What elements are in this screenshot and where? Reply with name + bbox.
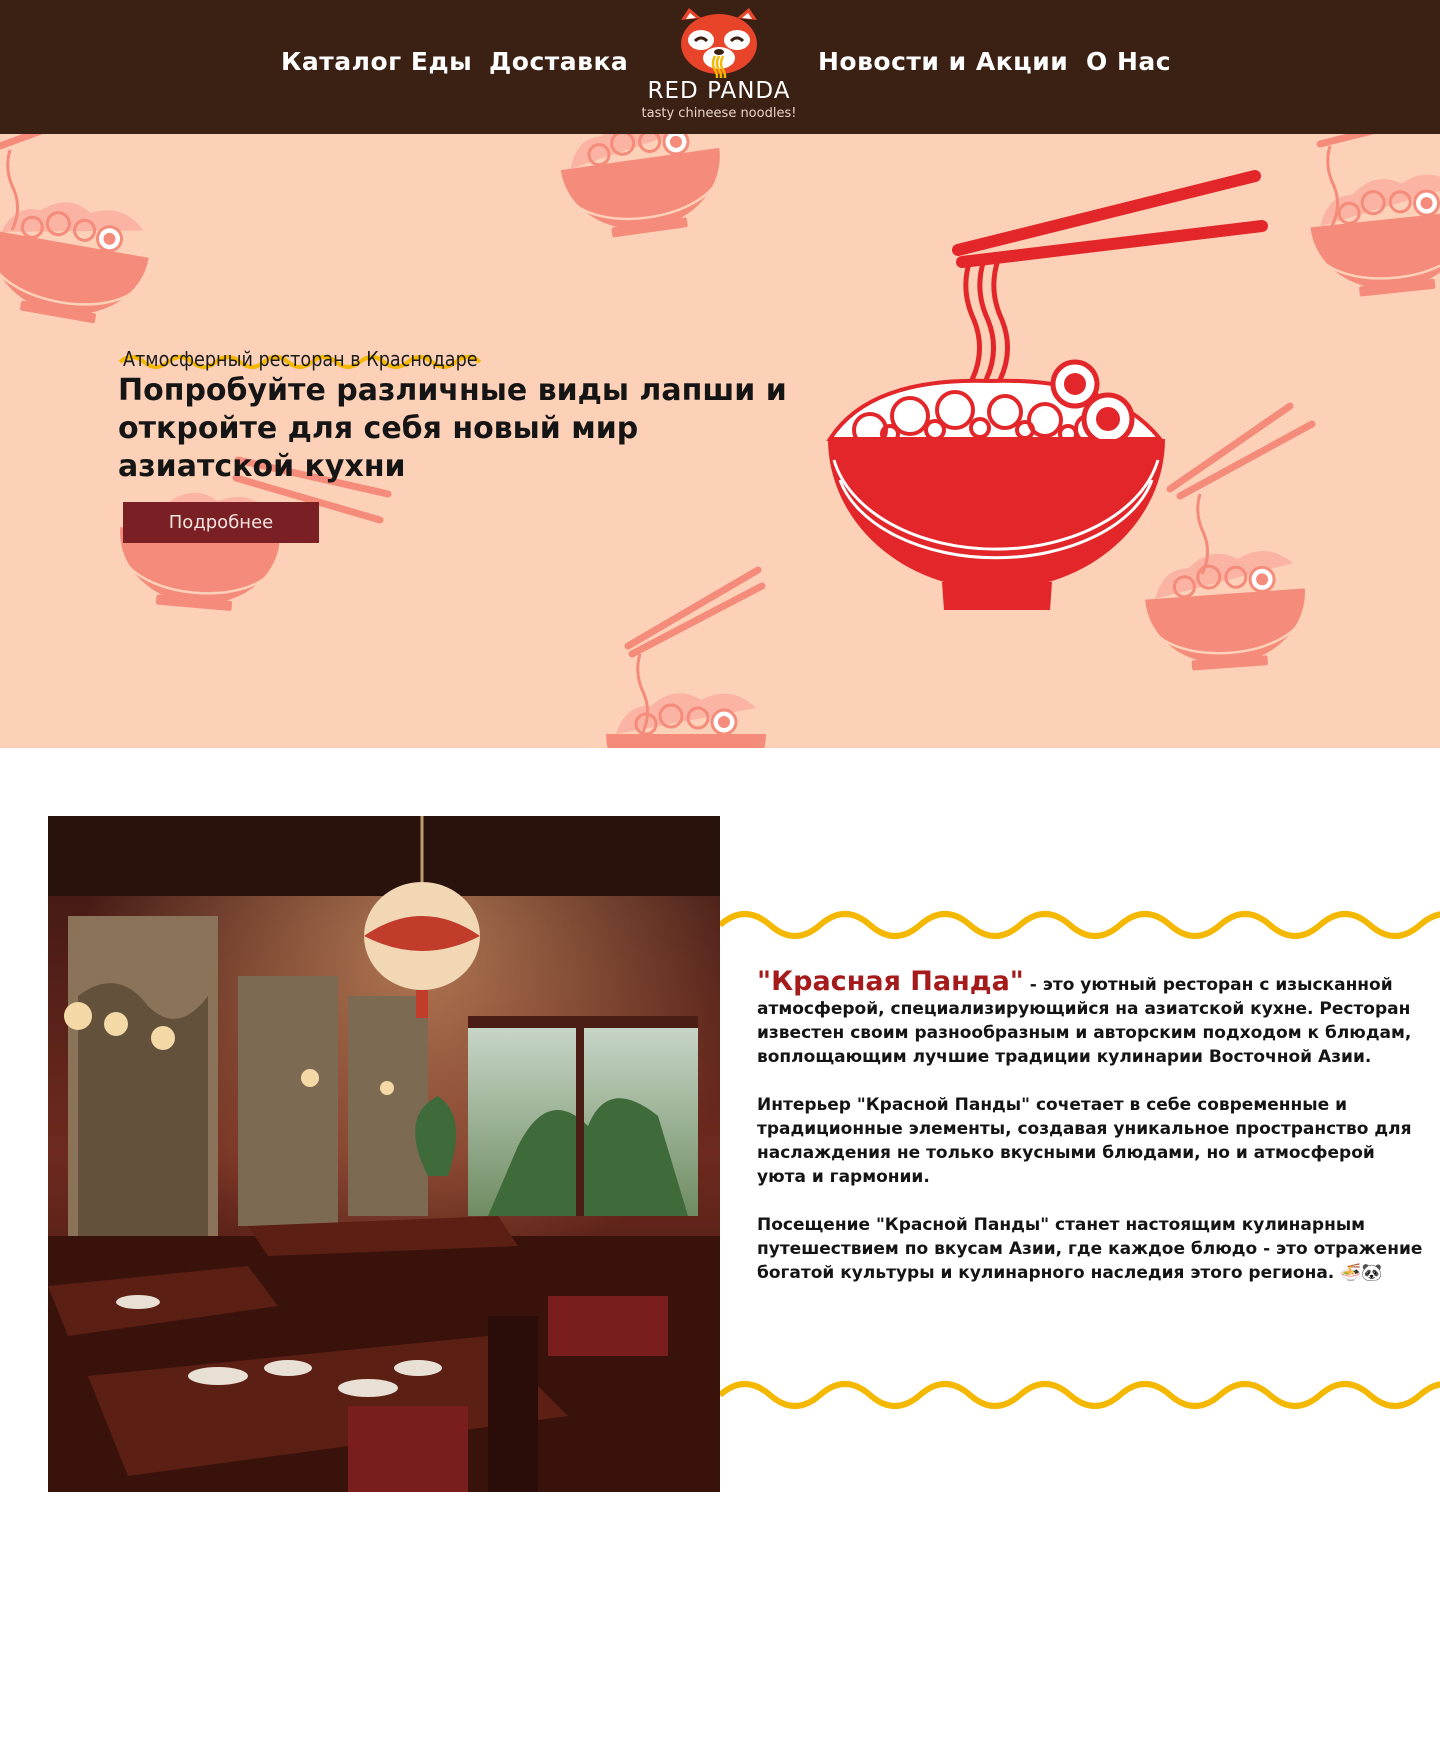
nav-food-catalog[interactable]: Каталог Еды — [281, 47, 472, 76]
nav-about-us[interactable]: О Нас — [1086, 47, 1171, 76]
logo[interactable]: RED PANDA tasty chineese noodles! — [634, 8, 804, 126]
nav-news-promotions[interactable]: Новости и Акции — [818, 47, 1068, 76]
nav-delivery[interactable]: Доставка — [489, 47, 628, 76]
about-description: "Красная Панда" - это уютный ресторан с … — [757, 968, 1427, 1309]
hero-title: Попробуйте различные виды лапши и открой… — [118, 373, 787, 484]
bottom-noodle-wave — [720, 1381, 1440, 1409]
top-noodle-wave — [720, 911, 1440, 939]
hero-kicker: Атмосферный ресторан в Краснодаре — [123, 347, 478, 371]
noodle-bowl-icon — [0, 188, 158, 333]
logo-subtitle: tasty chineese noodles! — [641, 106, 797, 121]
site-header: Каталог Еды Доставка RED PANDA tasty chi… — [0, 0, 1440, 134]
hero-section: Атмосферный ресторан в Краснодаре Попроб… — [0, 134, 1440, 748]
about-paragraph-interior: Интерьер "Красной Панды" сочетает в себе… — [757, 1095, 1412, 1187]
restaurant-interior-photo — [48, 816, 720, 1492]
main-noodle-bowl-illustration — [826, 170, 1268, 610]
about-brand-name: "Красная Панда" — [757, 966, 1024, 997]
red-panda-logo-icon — [681, 8, 757, 78]
logo-title: RED PANDA — [647, 78, 791, 104]
more-details-button[interactable]: Подробнее — [123, 502, 319, 543]
about-paragraph-visit: Посещение "Красной Панды" станет настоящ… — [757, 1215, 1423, 1283]
